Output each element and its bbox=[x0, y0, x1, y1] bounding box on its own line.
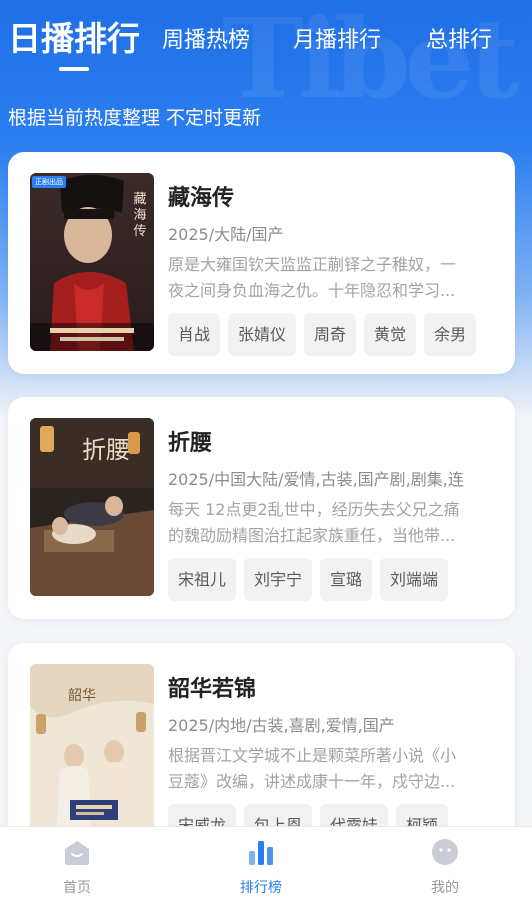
drama-description: 原是大雍国钦天监监正蒯铎之子稚奴，一 夜之间身负血海之仇。十年隐忍和学习... bbox=[168, 252, 498, 304]
drama-description: 根据晋江文学城不止是颗菜所著小说《小 豆蔻》改编，讲述成康十一年，戍守边... bbox=[168, 743, 498, 795]
active-tab-indicator bbox=[59, 67, 89, 71]
cast-tag[interactable]: 黄觉 bbox=[364, 313, 417, 356]
description-line: 豆蔻》改编，讲述成康十一年，戍守边... bbox=[168, 772, 456, 791]
bar-chart-icon bbox=[249, 841, 273, 865]
cast-tag[interactable]: 刘宇宁 bbox=[244, 558, 313, 601]
drama-poster[interactable]: 藏 海 传 正剧出品 bbox=[30, 173, 154, 351]
rank-page: Tibet 日播排行 周播热榜 月播排行 总排行 根据当前热度整理 不定时更新 bbox=[0, 0, 532, 899]
poster-image-shaohua: 韶华 bbox=[30, 664, 154, 842]
svg-text:韶华: 韶华 bbox=[68, 688, 96, 704]
poster-image-zheyao: 折腰 bbox=[30, 418, 154, 596]
tab-daily[interactable]: 日播排行 bbox=[8, 12, 140, 60]
svg-text:传: 传 bbox=[133, 224, 146, 239]
page-subtitle: 根据当前热度整理 不定时更新 bbox=[8, 107, 262, 129]
drama-poster[interactable]: 折腰 bbox=[30, 418, 154, 596]
svg-text:海: 海 bbox=[133, 208, 146, 223]
nav-home[interactable]: 首页 bbox=[17, 827, 137, 899]
drama-poster[interactable]: 韶华 bbox=[30, 664, 154, 842]
poster-badge: 正剧出品 bbox=[32, 176, 66, 188]
svg-text:藏: 藏 bbox=[133, 192, 146, 207]
tab-monthly[interactable]: 月播排行 bbox=[293, 22, 381, 54]
drama-card[interactable]: 藏 海 传 正剧出品 藏海传 2025/大陆/国产 原是大雍国钦天监监正蒯铎之子… bbox=[8, 152, 515, 374]
nav-rank[interactable]: 排行榜 bbox=[201, 827, 321, 899]
drama-meta: 2025/中国大陆/爱情,古装,国产剧,剧集,连 bbox=[168, 470, 464, 489]
drama-card[interactable]: 折腰 折腰 2025/中国大陆/爱情,古装,国产剧,剧集,连 每天 12点更2乱… bbox=[8, 397, 515, 619]
home-icon bbox=[65, 841, 89, 865]
cast-tag[interactable]: 宋祖儿 bbox=[168, 558, 237, 601]
nav-mine[interactable]: 我的 bbox=[385, 827, 505, 899]
drama-meta: 2025/大陆/国产 bbox=[168, 225, 284, 244]
profile-face-icon bbox=[432, 839, 458, 865]
cast-tag[interactable]: 余男 bbox=[424, 313, 477, 356]
drama-title[interactable]: 韶华若锦 bbox=[168, 671, 256, 703]
description-line: 根据晋江文学城不止是颗菜所著小说《小 bbox=[168, 746, 457, 765]
tab-weekly[interactable]: 周播热榜 bbox=[162, 22, 250, 54]
description-line: 夜之间身负血海之仇。十年隐忍和学习... bbox=[168, 281, 456, 300]
bottom-nav: 首页 排行榜 我的 bbox=[0, 826, 532, 899]
nav-home-label: 首页 bbox=[63, 880, 91, 896]
cast-tags: 宋祖儿 刘宇宁 宣璐 刘端端 bbox=[168, 558, 449, 601]
description-line: 每天 12点更2乱世中，经历失去父兄之痛 bbox=[168, 500, 460, 519]
cast-tag[interactable]: 肖战 bbox=[168, 313, 221, 356]
nav-mine-label: 我的 bbox=[431, 880, 459, 896]
cast-tags: 肖战 张婧仪 周奇 黄觉 余男 bbox=[168, 313, 477, 356]
drama-title[interactable]: 折腰 bbox=[168, 425, 212, 457]
cast-tag[interactable]: 张婧仪 bbox=[228, 313, 297, 356]
cast-tag[interactable]: 刘端端 bbox=[380, 558, 449, 601]
cast-tag[interactable]: 周奇 bbox=[304, 313, 357, 356]
cast-tag[interactable]: 宣璐 bbox=[320, 558, 373, 601]
rank-tabs: 日播排行 周播热榜 月播排行 总排行 bbox=[0, 0, 532, 80]
description-line: 原是大雍国钦天监监正蒯铎之子稚奴，一 bbox=[168, 255, 457, 274]
svg-text:折腰: 折腰 bbox=[82, 436, 130, 464]
drama-description: 每天 12点更2乱世中，经历失去父兄之痛 的魏劭励精图治扛起家族重任，当他带..… bbox=[168, 497, 498, 549]
drama-title[interactable]: 藏海传 bbox=[168, 180, 234, 212]
poster-image-canghai: 藏 海 传 bbox=[30, 173, 154, 351]
drama-meta: 2025/内地/古装,喜剧,爱情,国产 bbox=[168, 716, 395, 735]
nav-rank-label: 排行榜 bbox=[240, 880, 282, 896]
description-line: 的魏劭励精图治扛起家族重任，当他带... bbox=[168, 526, 456, 545]
tab-total[interactable]: 总排行 bbox=[426, 22, 492, 54]
